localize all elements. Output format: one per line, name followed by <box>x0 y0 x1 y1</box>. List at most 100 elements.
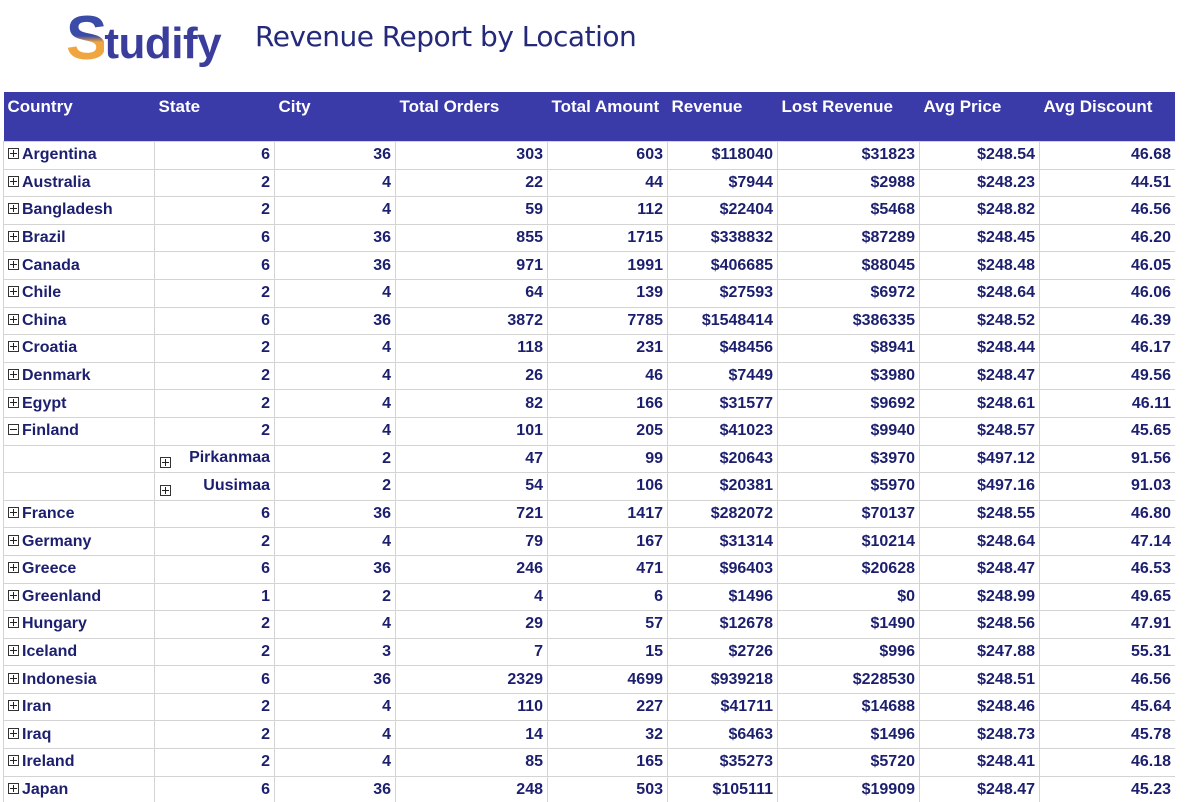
expand-icon[interactable] <box>8 396 19 408</box>
total-amount-cell: 1991 <box>547 251 668 280</box>
column-header-lost-revenue[interactable]: Lost Revenue <box>777 92 920 142</box>
country-row: France 6 36 721 1417 $282072 $70137 $248.55 46.8… <box>3 499 1175 529</box>
avg-price-cell: $248.99 <box>919 582 1040 612</box>
avg-price-cell: $497.16 <box>919 472 1040 501</box>
state-row: Uusimaa 2 54 106 $20381 $5970 $497.16 91.03 <box>3 472 1175 501</box>
column-header-revenue[interactable]: Revenue <box>667 92 778 142</box>
state-cell: 6 <box>154 775 275 802</box>
total-orders-cell: 110 <box>395 692 548 722</box>
table-header: Country State City Total Orders Total Am… <box>3 92 1175 142</box>
column-header-country[interactable]: Country <box>3 92 155 142</box>
total-amount-cell: 44 <box>547 168 668 198</box>
lost-revenue-cell: $9692 <box>777 389 920 418</box>
state-cell: 6 <box>154 665 275 694</box>
expand-icon[interactable] <box>8 782 19 794</box>
state-cell: 6 <box>154 141 275 170</box>
country-label: Iran <box>22 698 52 716</box>
avg-price-cell: $248.73 <box>919 720 1040 750</box>
lost-revenue-cell: $3970 <box>777 444 920 474</box>
expand-icon[interactable] <box>8 286 19 298</box>
expand-icon[interactable] <box>8 700 19 712</box>
state-label: Pirkanmaa <box>189 449 270 467</box>
avg-discount-cell: 46.18 <box>1039 748 1175 777</box>
country-label: Ireland <box>22 753 75 771</box>
country-cell: Hungary <box>3 610 155 639</box>
expand-icon[interactable] <box>8 369 19 381</box>
expand-icon[interactable] <box>8 562 19 574</box>
report-page: Studify Revenue Report by Location Count… <box>0 0 1201 802</box>
total-orders-cell: 303 <box>395 141 548 170</box>
total-amount-cell: 603 <box>547 141 668 170</box>
country-label: Japan <box>22 780 69 798</box>
table-body: Argentina 6 36 303 603 $118040 $31823 $248.54 46… <box>3 141 1175 802</box>
country-label: France <box>22 505 75 523</box>
country-cell: China <box>3 306 155 336</box>
lost-revenue-cell: $228530 <box>777 665 920 694</box>
total-orders-cell: 118 <box>395 334 548 363</box>
avg-discount-cell: 46.39 <box>1039 306 1175 336</box>
expand-icon[interactable] <box>8 507 19 519</box>
expand-icon[interactable] <box>8 589 19 601</box>
revenue-cell: $48456 <box>667 334 778 363</box>
revenue-cell: $2726 <box>667 637 778 667</box>
city-cell: 36 <box>274 554 396 584</box>
country-row: Bangladesh 2 4 59 112 $22404 $5468 $248.82 46.56 <box>3 196 1175 225</box>
avg-discount-cell: 46.56 <box>1039 196 1175 225</box>
column-header-state[interactable]: State <box>154 92 275 142</box>
expand-icon[interactable] <box>8 203 19 215</box>
expand-icon[interactable] <box>160 484 171 496</box>
expand-icon[interactable] <box>8 258 19 270</box>
avg-discount-cell: 44.51 <box>1039 168 1175 198</box>
expand-icon[interactable] <box>8 617 19 629</box>
expand-icon[interactable] <box>8 672 19 684</box>
column-header-avg-discount[interactable]: Avg Discount <box>1039 92 1175 142</box>
collapse-icon[interactable] <box>8 424 19 436</box>
total-orders-cell: 3872 <box>395 306 548 336</box>
revenue-cell: $31577 <box>667 389 778 418</box>
country-cell: Iran <box>3 692 155 722</box>
avg-price-cell: $248.57 <box>919 416 1040 446</box>
avg-price-cell: $248.51 <box>919 665 1040 694</box>
country-cell: Australia <box>3 168 155 198</box>
column-header-city[interactable]: City <box>274 92 396 142</box>
country-label: Croatia <box>22 339 78 357</box>
expand-icon[interactable] <box>8 644 19 656</box>
avg-price-cell: $248.52 <box>919 306 1040 336</box>
avg-discount-cell: 46.80 <box>1039 499 1175 529</box>
expand-icon[interactable] <box>8 727 19 739</box>
expand-icon[interactable] <box>8 755 19 767</box>
column-header-avg-price[interactable]: Avg Price <box>919 92 1040 142</box>
avg-discount-cell: 45.64 <box>1039 692 1175 722</box>
country-row: Hungary 2 4 29 57 $12678 $1490 $248.56 47.91 <box>3 610 1175 639</box>
avg-price-cell: $248.41 <box>919 748 1040 777</box>
revenue-cell: $1496 <box>667 582 778 612</box>
total-orders-cell: 22 <box>395 168 548 198</box>
lost-revenue-cell: $1490 <box>777 610 920 639</box>
revenue-cell: $7449 <box>667 361 778 391</box>
expand-icon[interactable] <box>8 341 19 353</box>
country-label: China <box>22 311 67 329</box>
expand-icon[interactable] <box>8 148 19 160</box>
expand-icon[interactable] <box>160 457 171 469</box>
city-cell: 2 <box>274 582 396 612</box>
column-header-total-orders[interactable]: Total Orders <box>395 92 548 142</box>
expand-icon[interactable] <box>8 175 19 187</box>
country-label: Hungary <box>22 615 87 633</box>
total-amount-cell: 165 <box>547 748 668 777</box>
country-cell: France <box>3 499 155 529</box>
column-header-total-amount[interactable]: Total Amount <box>547 92 668 142</box>
report-header: Studify Revenue Report by Location <box>0 0 1201 88</box>
avg-price-cell: $248.61 <box>919 389 1040 418</box>
expand-icon[interactable] <box>8 534 19 546</box>
lost-revenue-cell: $9940 <box>777 416 920 446</box>
country-cell: Croatia <box>3 334 155 363</box>
expand-icon[interactable] <box>8 313 19 325</box>
expand-icon[interactable] <box>8 231 19 243</box>
revenue-cell: $7944 <box>667 168 778 198</box>
country-row: Ireland 2 4 85 165 $35273 $5720 $248.41 46.18 <box>3 748 1175 777</box>
state-cell: 2 <box>154 334 275 363</box>
country-cell: Finland <box>3 416 155 446</box>
lost-revenue-cell: $20628 <box>777 554 920 584</box>
country-cell <box>3 472 155 501</box>
country-cell <box>3 444 155 474</box>
